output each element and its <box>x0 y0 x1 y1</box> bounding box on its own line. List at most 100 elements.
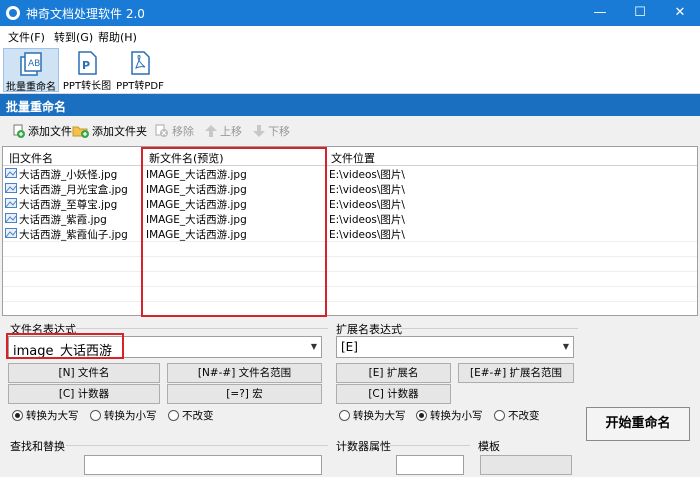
add-folder-button[interactable]: 添加文件夹 <box>72 123 147 139</box>
tool-ppt-pdf[interactable]: PPT转PDF <box>115 48 165 92</box>
filename-lowercase-label: 转换为小写 <box>104 410 157 422</box>
old-file-name: 大话西游_月光宝盒.jpg <box>19 184 128 196</box>
template-label: 模板 <box>478 440 500 453</box>
table-row[interactable]: 大话西游_紫霞仙子.jpg IMAGE_大话西游.jpg E:\videos\图… <box>3 226 697 241</box>
remove-button[interactable]: 移除 <box>154 123 194 139</box>
counter-start-input[interactable] <box>396 455 464 475</box>
close-button[interactable]: ✕ <box>660 0 700 26</box>
svg-text:AB: AB <box>28 59 40 69</box>
section-title: 批量重命名 <box>0 94 700 116</box>
insert-extension-button[interactable]: [E] 扩展名 <box>336 363 451 383</box>
filename-expr-combo[interactable]: image_大话西游 ▼ <box>8 336 322 359</box>
maximize-button[interactable]: ☐ <box>620 0 660 26</box>
group-divider <box>390 445 470 446</box>
find-input[interactable] <box>84 455 322 475</box>
menu-file[interactable]: 文件(F) <box>8 29 45 45</box>
ext-lowercase-label: 转换为小写 <box>430 410 483 422</box>
column-header-location[interactable]: 文件位置 <box>327 147 527 165</box>
chevron-down-icon: ▼ <box>310 342 317 351</box>
group-divider <box>66 445 328 446</box>
main-toolbar: AB 批量重命名 P PPT转长图 PPT转PDF <box>0 46 700 94</box>
row-divider <box>3 271 697 272</box>
row-divider <box>3 286 697 287</box>
move-up-label: 上移 <box>220 125 242 138</box>
filename-keep-radio[interactable]: 不改变 <box>168 408 214 423</box>
ext-uppercase-label: 转换为大写 <box>353 410 406 422</box>
file-actions-toolbar: 添加文件 添加文件夹 移除 上移 下移 <box>0 116 700 146</box>
tool-batch-rename-label: 批量重命名 <box>6 82 56 93</box>
ext-keep-label: 不改变 <box>508 410 540 422</box>
new-file-name: IMAGE_大话西游.jpg <box>146 184 247 196</box>
row-divider <box>3 256 697 257</box>
file-list-table[interactable]: 旧文件名 新文件名(预览) 文件位置 大话西游_小妖怪.jpg IMAGE_大话… <box>2 146 698 316</box>
ext-expr-combo[interactable]: [E] ▼ <box>336 336 574 358</box>
table-row[interactable]: 大话西游_小妖怪.jpg IMAGE_大话西游.jpg E:\videos\图片… <box>3 166 697 181</box>
insert-counter-button[interactable]: [C] 计数器 <box>8 384 160 404</box>
app-logo-icon <box>6 6 20 20</box>
old-file-name: 大话西游_紫霞仙子.jpg <box>19 229 128 241</box>
ext-keep-radio[interactable]: 不改变 <box>494 408 540 423</box>
insert-filename-range-button[interactable]: [N#-#] 文件名范围 <box>167 363 322 383</box>
remove-icon <box>155 124 168 137</box>
ext-lowercase-radio[interactable]: 转换为小写 <box>416 408 483 423</box>
insert-extension-range-button[interactable]: [E#-#] 扩展名范围 <box>458 363 574 383</box>
arrow-down-icon <box>253 125 265 137</box>
window-title: 神奇文档处理软件 2.0 <box>26 7 145 21</box>
filename-lowercase-radio[interactable]: 转换为小写 <box>90 408 157 423</box>
group-divider <box>76 328 328 329</box>
ext-expr-value: [E] <box>341 340 358 354</box>
radio-unselected-icon <box>494 410 505 421</box>
old-file-name: 大话西游_至尊宝.jpg <box>19 199 118 211</box>
move-up-button[interactable]: 上移 <box>204 123 242 139</box>
file-location: E:\videos\图片\ <box>329 214 405 226</box>
filename-expr-value: image_大话西游 <box>13 344 112 359</box>
table-row[interactable]: 大话西游_至尊宝.jpg IMAGE_大话西游.jpg E:\videos\图片… <box>3 196 697 211</box>
file-location: E:\videos\图片\ <box>329 184 405 196</box>
new-file-name: IMAGE_大话西游.jpg <box>146 214 247 226</box>
image-file-icon <box>5 213 17 223</box>
ext-expr-label: 扩展名表达式 <box>336 323 402 336</box>
new-file-name: IMAGE_大话西游.jpg <box>146 199 247 211</box>
minimize-button[interactable]: — <box>580 0 620 26</box>
insert-ext-counter-button[interactable]: [C] 计数器 <box>336 384 451 404</box>
insert-filename-button[interactable]: [N] 文件名 <box>8 363 160 383</box>
radio-unselected-icon <box>339 410 350 421</box>
image-file-icon <box>5 168 17 178</box>
add-file-label: 添加文件 <box>28 125 72 138</box>
group-divider <box>400 328 578 329</box>
table-row[interactable]: 大话西游_月光宝盒.jpg IMAGE_大话西游.jpg E:\videos\图… <box>3 181 697 196</box>
column-header-old-name[interactable]: 旧文件名 <box>5 147 143 165</box>
svg-text:P: P <box>82 59 90 72</box>
menu-goto[interactable]: 转到(G) <box>54 29 93 45</box>
start-rename-button[interactable]: 开始重命名 <box>586 407 690 441</box>
radio-unselected-icon <box>168 410 179 421</box>
menu-help[interactable]: 帮助(H) <box>98 29 137 45</box>
move-down-button[interactable]: 下移 <box>252 123 290 139</box>
filename-uppercase-label: 转换为大写 <box>26 410 79 422</box>
chevron-down-icon: ▼ <box>562 342 569 351</box>
table-row[interactable]: 大话西游_紫霞.jpg IMAGE_大话西游.jpg E:\videos\图片\ <box>3 211 697 226</box>
old-file-name: 大话西游_紫霞.jpg <box>19 214 107 226</box>
add-file-button[interactable]: 添加文件 <box>12 123 72 139</box>
radio-unselected-icon <box>90 410 101 421</box>
ppt-icon: P <box>78 51 97 75</box>
ext-uppercase-radio[interactable]: 转换为大写 <box>339 408 406 423</box>
file-location: E:\videos\图片\ <box>329 169 405 181</box>
tool-batch-rename[interactable]: AB 批量重命名 <box>3 48 59 93</box>
file-location: E:\videos\图片\ <box>329 199 405 211</box>
pdf-icon <box>131 51 150 75</box>
tool-ppt-long-image-label: PPT转长图 <box>62 81 112 92</box>
file-location: E:\videos\图片\ <box>329 229 405 241</box>
tool-ppt-long-image[interactable]: P PPT转长图 <box>62 48 112 92</box>
image-file-icon <box>5 228 17 238</box>
filename-keep-label: 不改变 <box>182 410 214 422</box>
new-file-name: IMAGE_大话西游.jpg <box>146 229 247 241</box>
old-file-name: 大话西游_小妖怪.jpg <box>19 169 118 181</box>
template-button[interactable] <box>480 455 572 475</box>
filename-uppercase-radio[interactable]: 转换为大写 <box>12 408 79 423</box>
arrow-up-icon <box>205 125 217 137</box>
column-header-new-name[interactable]: 新文件名(预览) <box>145 147 327 165</box>
insert-macro-button[interactable]: [=?] 宏 <box>167 384 322 404</box>
filename-expr-label: 文件名表达式 <box>10 323 76 336</box>
menu-bar: 文件(F) 转到(G) 帮助(H) <box>0 26 700 46</box>
